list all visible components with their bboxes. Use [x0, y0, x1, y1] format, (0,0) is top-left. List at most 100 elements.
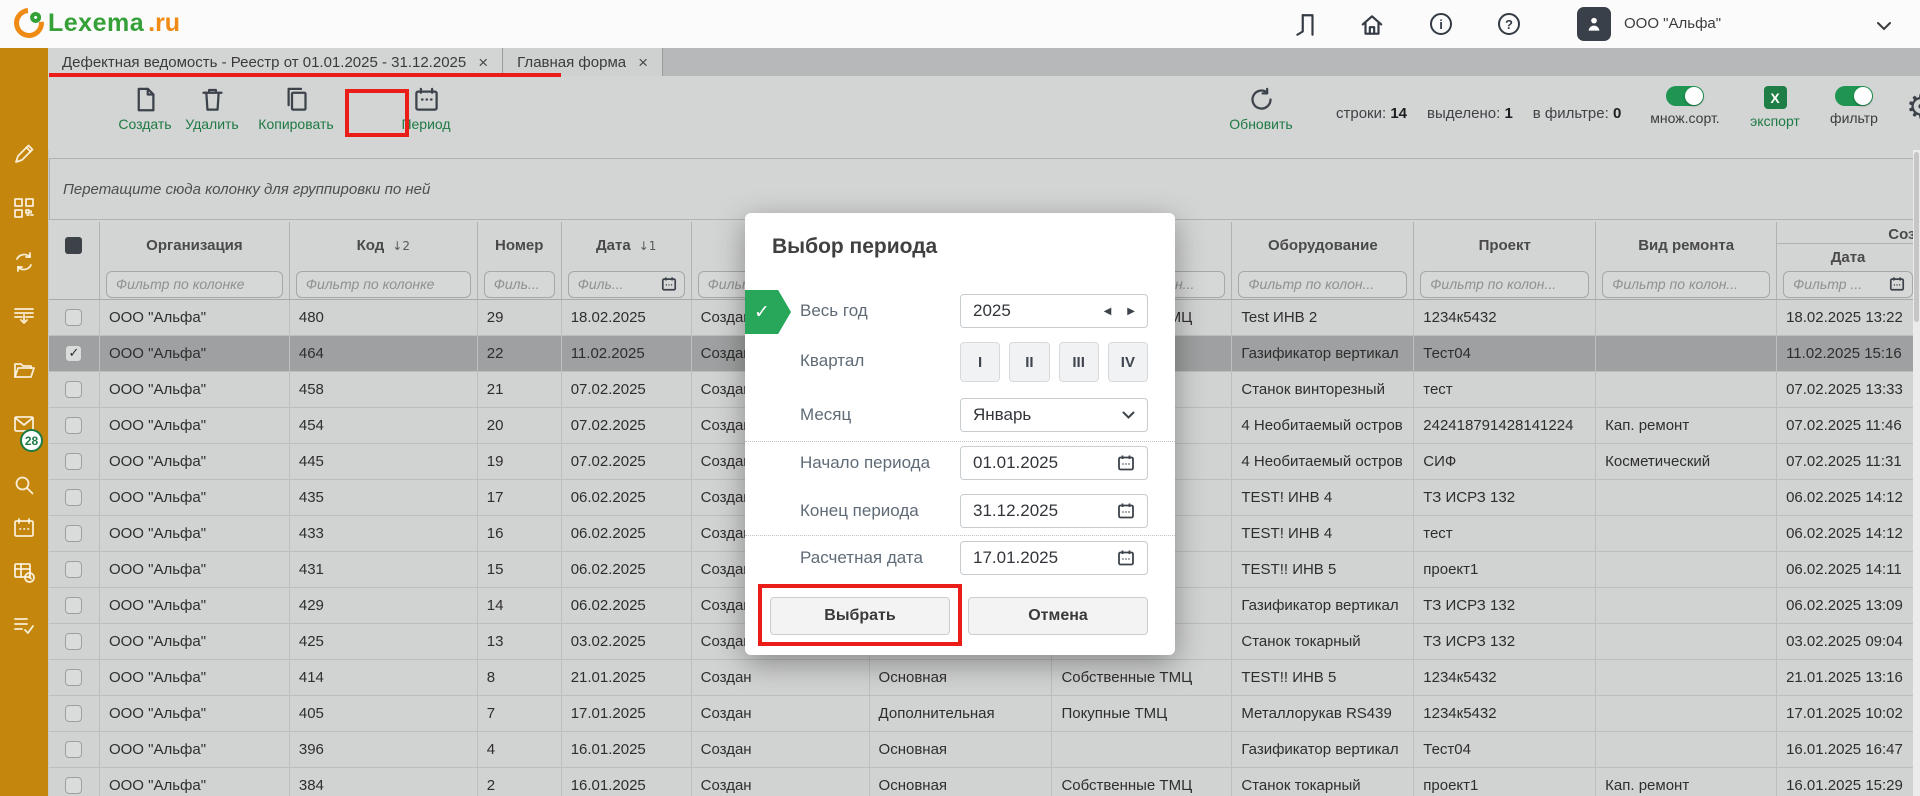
toggle-on-icon[interactable]	[1666, 86, 1704, 106]
row-checkbox[interactable]	[65, 777, 82, 794]
column-filter-code[interactable]	[296, 271, 471, 298]
next-year-icon[interactable]: ▶	[1127, 306, 1135, 317]
excel-icon[interactable]: X	[1764, 86, 1787, 109]
quarter-button-1[interactable]: I	[960, 342, 1000, 382]
period-start-input[interactable]: 01.01.2025	[960, 446, 1148, 480]
filter-input[interactable]	[1791, 275, 1885, 293]
table-row[interactable]: ООО "Альфа"414821.01.2025СозданОсновнаяС…	[49, 660, 1920, 696]
checklist-icon[interactable]	[12, 613, 36, 637]
filter-input[interactable]	[492, 275, 547, 293]
cell-created: 06.02.2025 14:12	[1777, 516, 1920, 551]
cancel-button[interactable]: Отмена	[968, 597, 1148, 635]
prev-year-icon[interactable]: ◀	[1104, 306, 1112, 317]
row-checkbox[interactable]	[65, 705, 82, 722]
column-filter-repair[interactable]	[1602, 271, 1770, 298]
cell-num: 20	[478, 408, 562, 443]
close-icon[interactable]: ×	[638, 54, 648, 71]
column-filter-org[interactable]	[106, 271, 283, 298]
row-checkbox[interactable]	[65, 381, 82, 398]
vertical-scrollbar[interactable]	[1913, 150, 1920, 796]
cell-repair	[1596, 300, 1777, 335]
sync-icon[interactable]	[12, 250, 36, 274]
row-checkbox[interactable]	[65, 525, 82, 542]
column-title: Проект	[1479, 237, 1531, 254]
table-row[interactable]: ООО "Альфа"384216.01.2025СозданОсновнаяС…	[49, 768, 1920, 796]
column-filter-created[interactable]	[1783, 271, 1913, 298]
table-row[interactable]: ООО "Альфа"396416.01.2025СозданОсновнаяГ…	[49, 732, 1920, 768]
home-icon[interactable]	[1359, 12, 1385, 38]
user-avatar[interactable]	[1577, 7, 1611, 41]
tab-main-form[interactable]: Главная форма ×	[503, 48, 663, 76]
cell-code: 435	[290, 480, 478, 515]
filter-input[interactable]	[1428, 275, 1581, 293]
table-clock-icon[interactable]	[12, 560, 36, 584]
header-cell-repair[interactable]: Вид ремонта	[1596, 222, 1777, 299]
quarter-button-4[interactable]: IV	[1108, 342, 1148, 382]
folder-icon[interactable]	[12, 358, 36, 382]
company-name[interactable]: ООО "Альфа"	[1624, 15, 1721, 32]
row-checkbox[interactable]	[65, 309, 82, 326]
header-cell-code[interactable]: Код↓2	[290, 222, 478, 299]
filter-input[interactable]	[114, 275, 275, 293]
multisort-toggle[interactable]: множ.сорт.	[1635, 86, 1735, 126]
search-icon[interactable]	[12, 473, 36, 497]
calc-date-input[interactable]: 17.01.2025	[960, 541, 1148, 575]
calendar-icon[interactable]	[12, 516, 36, 540]
filter-input[interactable]	[1246, 275, 1399, 293]
header-cell-project[interactable]: Проект	[1414, 222, 1596, 299]
toggle-on-icon[interactable]	[1835, 86, 1873, 106]
column-filter-num[interactable]	[484, 271, 555, 298]
quarter-button-2[interactable]: II	[1009, 342, 1049, 382]
row-checkbox[interactable]	[65, 741, 82, 758]
group-by-bar[interactable]: Перетащите сюда колонку для группировки …	[49, 158, 1919, 220]
filter-input[interactable]	[304, 275, 463, 293]
qr-code-icon[interactable]	[12, 196, 36, 220]
header-cell-equip[interactable]: Оборудование	[1232, 222, 1414, 299]
column-filter-date[interactable]	[568, 271, 685, 298]
table-row[interactable]: ООО "Альфа"405717.01.2025СозданДополните…	[49, 696, 1920, 732]
cell-created: 16.01.2025 16:47	[1777, 732, 1920, 767]
filter-input[interactable]	[1610, 275, 1762, 293]
row-checkbox[interactable]	[65, 597, 82, 614]
row-checkbox[interactable]	[65, 489, 82, 506]
delete-button[interactable]: Удалить	[167, 86, 257, 132]
filtered-count: в фильтре: 0	[1533, 105, 1622, 122]
exit-icon[interactable]	[1293, 12, 1319, 38]
info-icon[interactable]: i	[1430, 12, 1456, 38]
filter-toggle[interactable]: фильтр	[1804, 86, 1904, 126]
month-select[interactable]: Январь	[960, 398, 1148, 432]
copy-button[interactable]: Копировать	[251, 86, 341, 132]
row-checkbox[interactable]	[65, 417, 82, 434]
help-icon[interactable]: ?	[1498, 12, 1524, 38]
row-checkbox[interactable]	[65, 561, 82, 578]
close-icon[interactable]: ×	[478, 54, 488, 71]
cell-repair	[1596, 480, 1777, 515]
row-checkbox[interactable]	[65, 669, 82, 686]
column-filter-project[interactable]	[1420, 271, 1589, 298]
list-export-icon[interactable]	[12, 304, 36, 328]
refresh-button[interactable]: Обновить	[1216, 86, 1306, 132]
chevron-down-icon[interactable]	[1876, 18, 1892, 36]
period-end-input[interactable]: 31.12.2025	[960, 494, 1148, 528]
sort-indicator: ↓1	[639, 239, 657, 253]
header-cell-date[interactable]: Дата↓1	[562, 222, 692, 299]
filter-input[interactable]	[576, 275, 657, 293]
quarter-button-3[interactable]: III	[1059, 342, 1099, 382]
column-filter-equip[interactable]	[1238, 271, 1407, 298]
gear-icon[interactable]: ⚙	[1906, 90, 1920, 123]
header-cell-num[interactable]: Номер	[478, 222, 562, 299]
year-spinner[interactable]: 2025 ◀▶	[960, 294, 1148, 328]
rows-count: строки: 14	[1336, 105, 1407, 122]
select-all-checkbox[interactable]	[65, 237, 82, 254]
tab-defect-register[interactable]: Дефектная ведомость - Реестр от 01.01.20…	[48, 48, 503, 76]
cell-date: 16.01.2025	[562, 768, 692, 796]
cell-created: 17.01.2025 10:02	[1777, 696, 1920, 731]
pencil-icon[interactable]	[12, 142, 36, 166]
checked-ribbon-icon[interactable]: ✓	[745, 290, 791, 334]
cell-num: 22	[478, 336, 562, 371]
row-checkbox[interactable]	[65, 453, 82, 470]
row-checkbox[interactable]: ✓	[65, 345, 82, 362]
row-checkbox[interactable]	[65, 633, 82, 650]
header-cell-org[interactable]: Организация	[100, 222, 290, 299]
header-cell-created[interactable]: СоздДата	[1777, 222, 1920, 299]
